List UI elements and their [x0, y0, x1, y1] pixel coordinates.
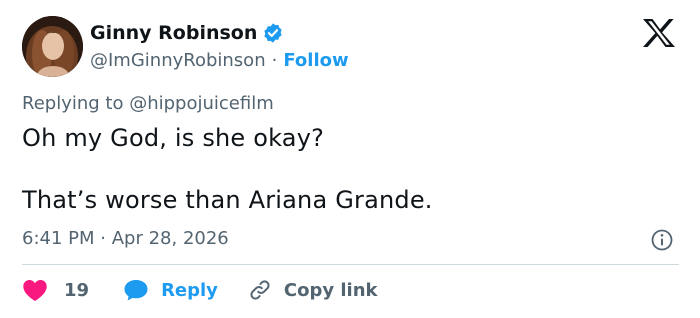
action-bar: 19 Reply Copy link	[22, 276, 378, 304]
x-logo-icon[interactable]	[642, 18, 676, 48]
tweet-text-line-1: Oh my God, is she okay?	[22, 124, 325, 152]
author-handle[interactable]: @ImGinnyRobinson	[90, 50, 266, 71]
reply-button[interactable]: Reply	[123, 278, 218, 302]
copy-link-button[interactable]: Copy link	[248, 278, 378, 302]
replying-to: Replying to @hippojuicefilm	[22, 93, 274, 114]
divider	[22, 264, 679, 265]
follow-button[interactable]: Follow	[283, 50, 348, 71]
tweet-text-line-2: That’s worse than Ariana Grande.	[22, 186, 433, 214]
author-display-name[interactable]: Ginny Robinson	[90, 22, 257, 44]
tweet-card: Ginny Robinson @ImGinnyRobinson · Follow…	[0, 0, 700, 318]
like-count: 19	[64, 279, 90, 301]
info-icon[interactable]	[651, 229, 673, 251]
like-button[interactable]: 19	[22, 278, 89, 302]
heart-icon	[23, 280, 47, 302]
tweet-time: 6:41 PM	[22, 228, 95, 249]
replying-prefix: Replying to	[22, 93, 130, 114]
reply-bubble-icon	[124, 280, 148, 301]
reply-label: Reply	[161, 279, 218, 301]
verified-badge-icon	[264, 23, 282, 43]
avatar[interactable]	[22, 16, 83, 77]
tweet-timestamp[interactable]: 6:41 PM · Apr 28, 2026	[22, 228, 229, 249]
link-icon	[250, 280, 270, 300]
author-handle-row: @ImGinnyRobinson · Follow	[90, 48, 349, 72]
handle-separator: ·	[271, 49, 278, 71]
author-name-row: Ginny Robinson	[90, 20, 284, 46]
timestamp-separator: ·	[100, 228, 106, 249]
reply-mention-link[interactable]: @hippojuicefilm	[129, 93, 274, 114]
copy-link-label: Copy link	[283, 279, 378, 301]
tweet-date: Apr 28, 2026	[111, 228, 229, 249]
